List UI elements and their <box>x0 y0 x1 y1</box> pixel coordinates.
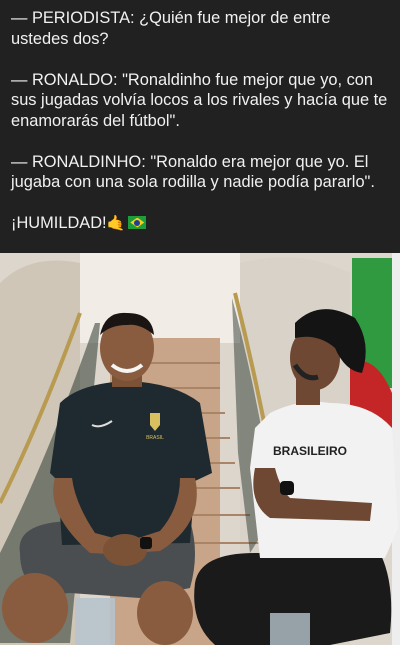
post-caption: — PERIODISTA: ¿Quién fue mejor de entre … <box>0 0 400 253</box>
closing-text: ¡HUMILDAD! <box>11 214 107 232</box>
call-me-hand-icon: 🤙 <box>106 215 126 232</box>
brazil-flag-icon <box>128 216 147 229</box>
shirt-right-text: BRASILEIRO <box>273 444 347 458</box>
caption-line-ronaldo: — RONALDO: "Ronaldinho fue mejor que yo,… <box>11 70 388 130</box>
caption-line-journalist: — PERIODISTA: ¿Quién fue mejor de entre … <box>11 9 331 48</box>
photo-illustration: BRASIL BRASILEIRO <box>0 253 400 645</box>
shirt-left-text: BRASIL <box>146 435 164 441</box>
caption-closing: ¡HUMILDAD!🤙 <box>11 213 389 235</box>
caption-line-ronaldinho: — RONALDINHO: "Ronaldo era mejor que yo.… <box>11 152 375 192</box>
post-photo[interactable]: BRASIL BRASILEIRO <box>0 253 400 645</box>
meme-post: — PERIODISTA: ¿Quién fue mejor de entre … <box>0 0 400 645</box>
